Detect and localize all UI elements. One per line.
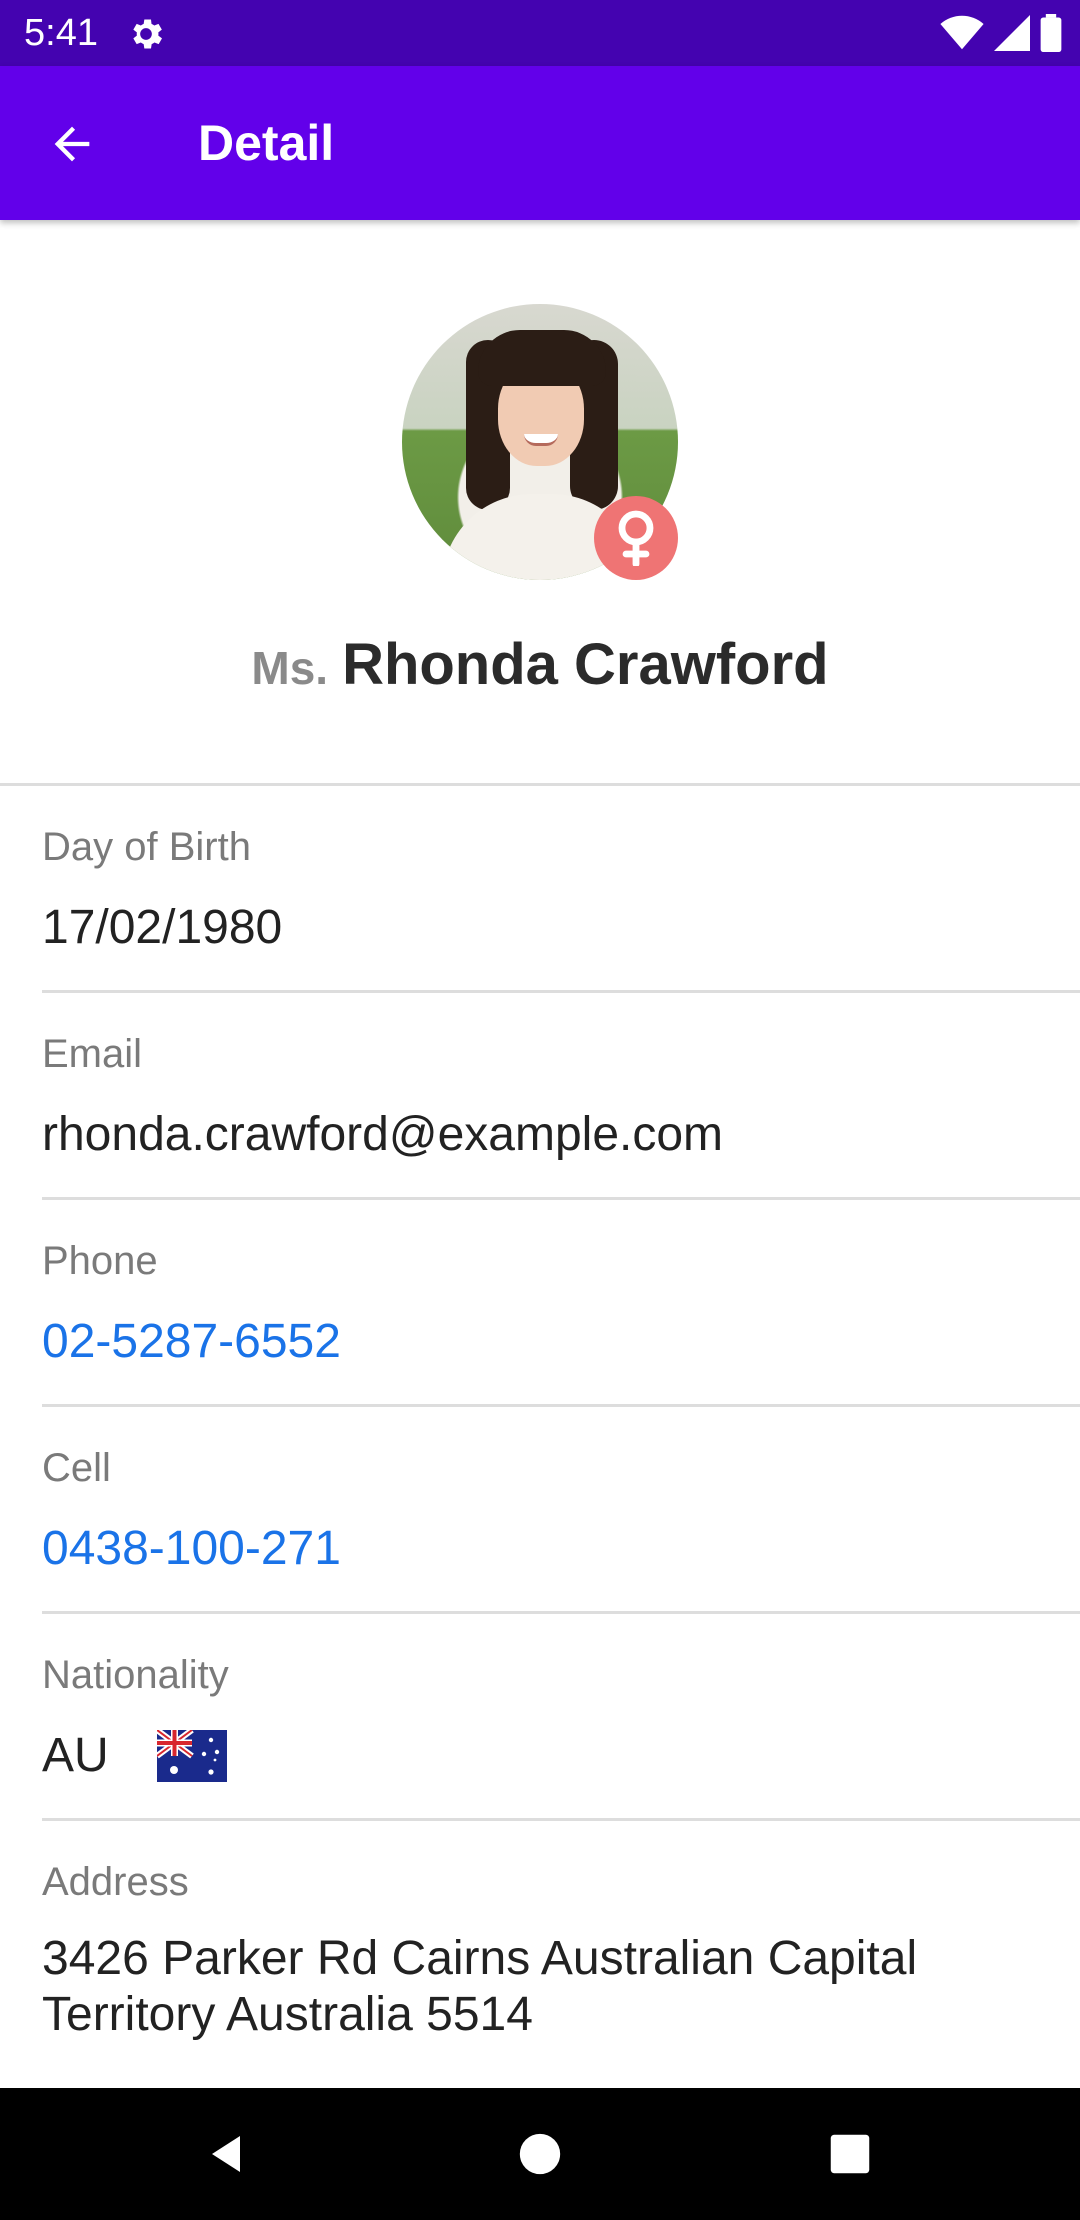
nav-home-button[interactable] <box>504 2118 576 2190</box>
email-value: rhonda.crawford@example.com <box>42 1108 724 1161</box>
phone-link[interactable]: 02-5287-6552 <box>42 1314 341 1370</box>
page-title: Detail <box>198 115 335 171</box>
arrow-back-icon <box>54 126 90 162</box>
field-label: Phone <box>42 1239 158 1283</box>
profile-header: Ms. Rhonda Crawford <box>0 220 1080 786</box>
field-dob: Day of Birth 17/02/1980 <box>42 786 1080 993</box>
field-address: Address 3426 Parker Rd Cairns Australian… <box>42 1821 1080 2091</box>
gender-badge <box>594 496 678 580</box>
app-bar: Detail <box>0 66 1080 220</box>
navigation-bar <box>0 2088 1080 2220</box>
profile-name: Ms. Rhonda Crawford <box>0 630 1080 715</box>
field-label: Address <box>42 1860 189 1904</box>
australia-flag-icon <box>156 1730 227 1782</box>
back-button[interactable] <box>30 102 114 186</box>
battery-icon <box>1040 14 1062 52</box>
detail-fields: Day of Birth 17/02/1980 Email rhonda.cra… <box>0 786 1080 2091</box>
signal-icon <box>994 15 1030 51</box>
field-cell: Cell 0438-100-271 <box>42 1407 1080 1614</box>
recents-square-icon <box>830 2134 870 2174</box>
field-nationality: Nationality AU <box>42 1614 1080 1821</box>
dob-value: 17/02/1980 <box>42 901 283 954</box>
wifi-icon <box>940 15 984 50</box>
field-phone: Phone 02-5287-6552 <box>42 1200 1080 1407</box>
home-circle-icon <box>519 2133 561 2175</box>
full-name: Rhonda Crawford <box>342 632 829 697</box>
cell-link[interactable]: 0438-100-271 <box>42 1521 341 1577</box>
back-triangle-icon <box>212 2136 240 2172</box>
settings-icon <box>133 19 162 49</box>
nav-recents-button[interactable] <box>814 2118 886 2190</box>
field-label: Nationality <box>42 1653 229 1697</box>
field-label: Cell <box>42 1446 111 1490</box>
nav-back-button[interactable] <box>192 2118 264 2190</box>
status-bar: 5:41 <box>0 0 1080 66</box>
field-email: Email rhonda.crawford@example.com <box>42 993 1080 1200</box>
female-icon <box>618 510 654 566</box>
name-title: Ms. <box>251 642 329 694</box>
status-time: 5:41 <box>24 12 98 54</box>
field-label: Day of Birth <box>42 825 251 869</box>
nationality-row: AU <box>42 1728 227 1784</box>
field-label: Email <box>42 1032 143 1076</box>
status-icons <box>940 14 1062 52</box>
nationality-value: AU <box>42 1729 109 1782</box>
address-value: 3426 Parker Rd Cairns Australian Capital… <box>42 1932 918 2041</box>
